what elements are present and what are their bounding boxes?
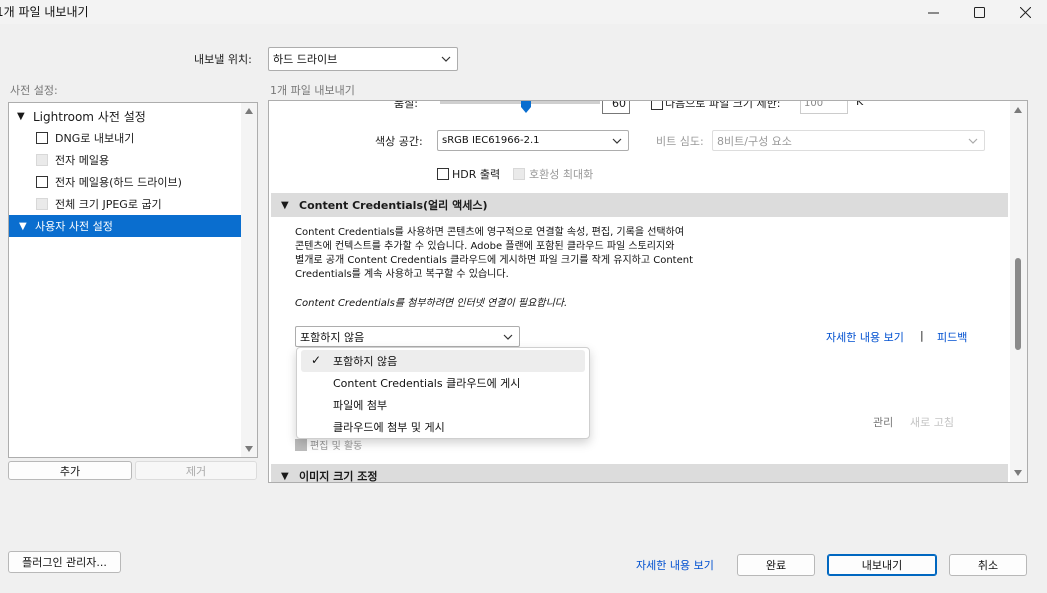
content-credentials-value: 포함하지 않음 — [300, 330, 365, 344]
hdr-output-label: HDR 출력 — [452, 168, 501, 181]
menu-item-attach-and-publish[interactable]: 클라우드에 첨부 및 게시 — [301, 416, 585, 438]
remove-preset-button[interactable]: 제거 — [135, 461, 257, 480]
image-sizing-section: ▼ 이미지 크기 조정 — [271, 464, 1008, 482]
maximize-compat-checkbox — [513, 168, 525, 180]
close-button[interactable] — [1002, 0, 1047, 24]
manage-label[interactable]: 관리 — [873, 414, 893, 430]
minimize-button[interactable] — [910, 0, 956, 24]
title-bar: 1개 파일 내보내기 — [0, 0, 1047, 24]
edits-activity-label: 편집 및 활동 — [310, 441, 363, 452]
color-space-value: sRGB IEC61966-2.1 — [442, 135, 540, 146]
maximize-button[interactable] — [956, 0, 1002, 24]
color-space-select[interactable]: sRGB IEC61966-2.1 — [437, 130, 629, 151]
content-credentials-header[interactable]: ▼ Content Credentials(얼리 액세스) — [271, 193, 1008, 217]
collapse-triangle-icon[interactable]: ▼ — [281, 471, 291, 482]
tree-item-email[interactable]: 전자 메일용 — [36, 149, 241, 171]
checkmark-icon: ✓ — [311, 353, 322, 367]
bit-depth-value: 8비트/구성 요소 — [717, 134, 792, 148]
checkbox — [36, 154, 48, 166]
checkbox — [36, 198, 48, 210]
settings-subtitle: 1개 파일 내보내기 — [270, 84, 355, 97]
chevron-down-icon — [503, 334, 513, 340]
checkbox[interactable] — [36, 132, 48, 144]
maximize-compat-option[interactable]: 호환성 최대화 — [513, 166, 593, 182]
scroll-down-icon[interactable] — [1014, 470, 1022, 476]
content-credentials-menu: ✓ 포함하지 않음 Content Credentials 클라우드에 게시 파… — [296, 347, 590, 439]
tree-item-dng[interactable]: DNG로 내보내기 — [36, 127, 241, 149]
presets-scrollbar[interactable] — [241, 103, 257, 457]
expand-triangle-icon[interactable]: ▼ — [19, 221, 29, 232]
color-space-label: 색상 공간: — [375, 135, 423, 148]
menu-item-attach-file[interactable]: 파일에 첨부 — [301, 394, 585, 416]
chevron-down-icon — [612, 138, 622, 144]
limit-file-size-unit: K — [856, 101, 864, 108]
window-title: 1개 파일 내보내기 — [0, 5, 89, 19]
presets-label: 사전 설정: — [10, 84, 58, 97]
expand-triangle-icon[interactable]: ▼ — [17, 111, 27, 122]
quality-row: 품질: 60 다음으로 파일 크기 제한: 100 K — [268, 101, 1010, 117]
close-icon — [1019, 6, 1031, 18]
minimize-icon — [927, 12, 939, 13]
add-preset-button[interactable]: 추가 — [8, 461, 132, 480]
edits-activity-checkbox — [295, 438, 307, 451]
maximize-compat-label: 호환성 최대화 — [529, 168, 594, 181]
menu-item-do-not-include[interactable]: ✓ 포함하지 않음 — [301, 350, 585, 372]
link-separator: | — [920, 329, 924, 342]
content-credentials-description: Content Credentials를 사용하면 콘텐츠에 영구적으로 연결할… — [295, 227, 694, 280]
internet-required-note: Content Credentials를 첨부하려면 인터넷 연결이 필요합니다… — [295, 298, 568, 309]
cancel-button[interactable]: 취소 — [949, 554, 1027, 576]
limit-file-size-checkbox[interactable] — [651, 101, 663, 110]
tree-group-lightroom[interactable]: ▼ Lightroom 사전 설정 — [17, 105, 241, 127]
quality-input[interactable]: 60 — [602, 101, 630, 114]
feedback-link[interactable]: 피드백 — [937, 329, 967, 345]
bit-depth-label: 비트 심도: — [656, 135, 704, 148]
tree-item-email-hd[interactable]: 전자 메일용(하드 드라이브) — [36, 171, 241, 193]
scroll-down-icon[interactable] — [245, 446, 253, 452]
plugin-manager-button[interactable]: 플러그인 관리자... — [8, 551, 121, 573]
limit-file-size-input[interactable]: 100 — [800, 101, 848, 114]
quality-label: 품질: — [394, 101, 418, 110]
scroll-up-icon[interactable] — [1014, 107, 1022, 113]
footer-learn-more-link[interactable]: 자세한 내용 보기 — [636, 557, 714, 573]
quality-slider-track[interactable] — [440, 101, 600, 104]
scroll-up-icon[interactable] — [245, 108, 253, 114]
edits-activity-option[interactable]: 편집 및 활동 — [295, 437, 362, 452]
menu-item-publish-cloud[interactable]: Content Credentials 클라우드에 게시 — [301, 372, 585, 394]
hdr-output-option[interactable]: HDR 출력 — [437, 166, 500, 182]
export-location-value: 하드 드라이브 — [273, 53, 338, 66]
chevron-down-icon — [441, 56, 451, 62]
content-credentials-select[interactable]: 포함하지 않음 — [295, 326, 520, 347]
limit-file-size-label: 다음으로 파일 크기 제한: — [665, 101, 781, 110]
checkbox[interactable] — [36, 176, 48, 188]
quality-slider-thumb[interactable] — [521, 101, 531, 113]
tree-item-burn-jpeg[interactable]: 전체 크기 JPEG로 굽기 — [36, 193, 241, 215]
settings-scroll-thumb[interactable] — [1015, 258, 1021, 350]
cc-learn-more-link[interactable]: 자세한 내용 보기 — [826, 329, 904, 345]
hdr-output-checkbox[interactable] — [437, 168, 449, 180]
maximize-icon — [973, 6, 985, 18]
presets-tree: ▼ Lightroom 사전 설정 DNG로 내보내기 전자 메일용 전자 메일… — [8, 102, 258, 458]
chevron-down-icon — [968, 138, 978, 144]
export-location-select[interactable]: 하드 드라이브 — [268, 47, 458, 71]
done-button[interactable]: 완료 — [737, 554, 815, 576]
tree-group-user-presets[interactable]: ▼ 사용자 사전 설정 — [9, 215, 241, 237]
bit-depth-select[interactable]: 8비트/구성 요소 — [712, 130, 985, 151]
export-location-label: 내보낼 위치: — [194, 53, 252, 66]
collapse-triangle-icon[interactable]: ▼ — [281, 200, 291, 211]
refresh-label[interactable]: 새로 고침 — [910, 414, 954, 430]
export-button[interactable]: 내보내기 — [827, 554, 937, 576]
image-sizing-header[interactable]: ▼ 이미지 크기 조정 — [271, 464, 1008, 482]
